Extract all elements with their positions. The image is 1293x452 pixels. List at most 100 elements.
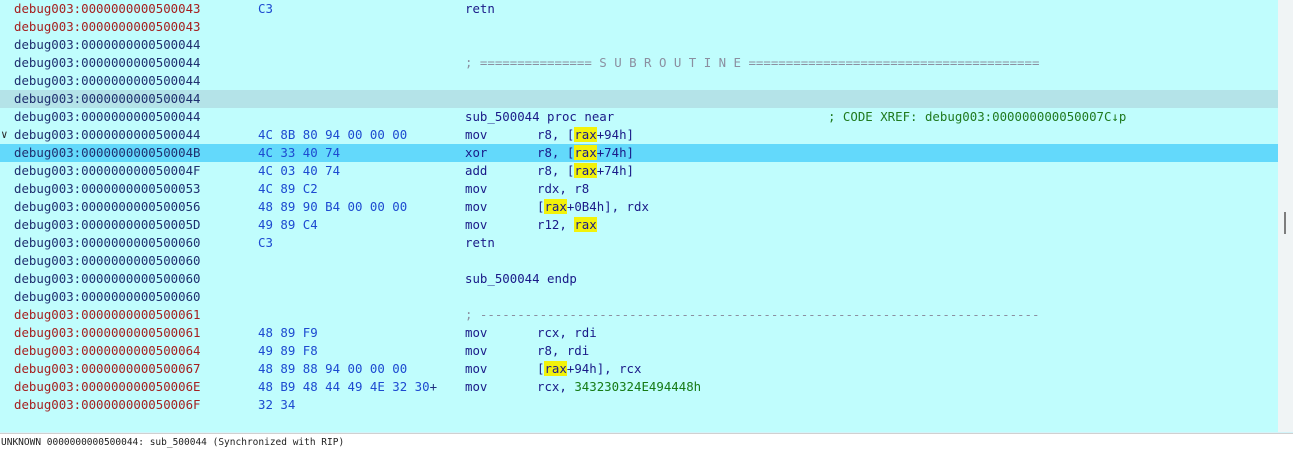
address[interactable]: debug003:0000000000500044: [14, 126, 201, 144]
address[interactable]: debug003:0000000000500053: [14, 180, 201, 198]
operand-text: r12,: [537, 217, 575, 232]
listing-line[interactable]: debug003:000000000050006E 48 B9 48 44 49 …: [0, 378, 1278, 396]
address[interactable]: debug003:0000000000500060: [14, 288, 201, 306]
operand-text: rcx, rdi: [537, 325, 597, 340]
operands[interactable]: rdx, r8: [537, 180, 589, 198]
vertical-scrollbar[interactable]: [1278, 0, 1293, 432]
listing-line[interactable]: debug003:0000000000500060: [0, 288, 1278, 306]
listing-line[interactable]: debug003:0000000000500043 C3 retn: [0, 0, 1278, 18]
listing-line[interactable]: debug003:0000000000500044 ; =============…: [0, 54, 1278, 72]
separator-comment: ; --------------------------------------…: [465, 307, 1040, 322]
listing-line[interactable]: debug003:0000000000500044: [0, 72, 1278, 90]
opcode-bytes-text: 4C 03 40 74: [258, 163, 341, 178]
opcode-bytes-text: 48 89 88 94 00 00 00: [258, 361, 408, 376]
opcode-bytes-text: 4C 33 40 74: [258, 145, 341, 160]
listing-line[interactable]: debug003:000000000050005D 49 89 C4 mov r12,…: [0, 216, 1278, 234]
address[interactable]: debug003:000000000050006E: [14, 378, 201, 396]
operands[interactable]: r12, rax: [537, 216, 597, 234]
mnemonic[interactable]: mov: [465, 180, 487, 198]
address[interactable]: debug003:0000000000500044: [14, 108, 201, 126]
address[interactable]: debug003:0000000000500044: [14, 54, 201, 72]
operands[interactable]: [rax+94h], rcx: [537, 360, 641, 378]
operands[interactable]: rcx, 343230324E494448h: [537, 378, 701, 396]
proc-label[interactable]: sub_500044 endp: [465, 270, 577, 288]
immediate-value: 343230324E494448h: [574, 379, 702, 394]
listing-line[interactable]: debug003:0000000000500060 sub_500044 endp: [0, 270, 1278, 288]
address[interactable]: debug003:0000000000500067: [14, 360, 201, 378]
address[interactable]: debug003:000000000050005D: [14, 216, 201, 234]
mnemonic[interactable]: mov: [465, 324, 487, 342]
address[interactable]: debug003:0000000000500061: [14, 306, 201, 324]
highlighted-register[interactable]: rax: [544, 199, 567, 214]
listing-line[interactable]: debug003:000000000050006F 32 34: [0, 396, 1278, 414]
listing-line[interactable]: debug003:000000000050004F 4C 03 40 74 add r…: [0, 162, 1278, 180]
mnemonic[interactable]: retn: [465, 0, 495, 18]
highlighted-register[interactable]: rax: [574, 127, 597, 142]
opcode-bytes: C3: [258, 234, 273, 252]
listing-line[interactable]: ∨ debug003:0000000000500044 4C 8B 80 94 00…: [0, 126, 1278, 144]
opcode-bytes: 4C 33 40 74: [258, 144, 340, 162]
listing-line[interactable]: debug003:0000000000500061 ; -------------…: [0, 306, 1278, 324]
mnemonic[interactable]: mov: [465, 360, 487, 378]
operands[interactable]: r8, [rax+94h]: [537, 126, 634, 144]
address[interactable]: debug003:000000000050004F: [14, 162, 201, 180]
listing-line[interactable]: debug003:0000000000500044 sub_500044 proc…: [0, 108, 1278, 126]
highlighted-register[interactable]: rax: [574, 163, 597, 178]
address[interactable]: debug003:0000000000500044: [14, 90, 201, 108]
operand-text: rdx, r8: [537, 181, 590, 196]
mnemonic[interactable]: mov: [465, 198, 487, 216]
listing-line[interactable]: debug003:0000000000500067 48 89 88 94 00 …: [0, 360, 1278, 378]
listing-line[interactable]: debug003:0000000000500044: [0, 90, 1278, 108]
mnemonic[interactable]: mov: [465, 342, 487, 360]
address[interactable]: debug003:0000000000500044: [14, 36, 201, 54]
opcode-bytes-text: 4C 89 C2: [258, 181, 318, 196]
highlighted-register[interactable]: rax: [574, 217, 597, 232]
address[interactable]: debug003:0000000000500060: [14, 234, 201, 252]
disassembly-view[interactable]: debug003:0000000000500043 C3 retn debug003:…: [0, 0, 1278, 432]
mnemonic[interactable]: add: [465, 162, 487, 180]
operands[interactable]: [rax+0B4h], rdx: [537, 198, 649, 216]
opcode-bytes: 48 89 F9: [258, 324, 318, 342]
mnemonic[interactable]: mov: [465, 126, 487, 144]
mnemonic[interactable]: mov: [465, 216, 487, 234]
scrollbar-thumb[interactable]: [1284, 212, 1286, 234]
address[interactable]: debug003:0000000000500060: [14, 270, 201, 288]
address[interactable]: debug003:0000000000500056: [14, 198, 201, 216]
listing-line[interactable]: debug003:0000000000500053 4C 89 C2 mov rdx,…: [0, 180, 1278, 198]
listing-line[interactable]: debug003:0000000000500060 C3 retn: [0, 234, 1278, 252]
operand-text: r8, [: [537, 163, 575, 178]
address[interactable]: debug003:000000000050004B: [14, 144, 201, 162]
address[interactable]: debug003:0000000000500061: [14, 324, 201, 342]
listing-line[interactable]: debug003:0000000000500056 48 89 90 B4 00 …: [0, 198, 1278, 216]
operand-text: rcx,: [537, 379, 575, 394]
listing-line[interactable]: debug003:0000000000500044: [0, 36, 1278, 54]
listing-line[interactable]: debug003:0000000000500064 49 89 F8 mov r8, …: [0, 342, 1278, 360]
address[interactable]: debug003:000000000050006F: [14, 396, 201, 414]
mnemonic[interactable]: mov: [465, 378, 487, 396]
operands[interactable]: r8, [rax+74h]: [537, 144, 634, 162]
operands[interactable]: r8, rdi: [537, 342, 589, 360]
listing-line[interactable]: debug003:0000000000500043: [0, 18, 1278, 36]
proc-label[interactable]: sub_500044 proc near: [465, 108, 614, 126]
address[interactable]: debug003:0000000000500043: [14, 0, 201, 18]
listing-line[interactable]: debug003:0000000000500060: [0, 252, 1278, 270]
highlighted-register[interactable]: rax: [544, 361, 567, 376]
xref-comment[interactable]: ; CODE XREF: debug003:000000000050007C↓p: [828, 108, 1126, 126]
address[interactable]: debug003:0000000000500043: [14, 18, 201, 36]
listing-line[interactable]: debug003:0000000000500061 48 89 F9 mov rcx,…: [0, 324, 1278, 342]
opcode-bytes: 48 B9 48 44 49 4E 32 30+: [258, 378, 437, 396]
collapse-arrow-icon[interactable]: ∨: [1, 126, 13, 144]
operand-text: +0B4h], rdx: [566, 199, 649, 214]
opcode-bytes: C3: [258, 0, 273, 18]
address[interactable]: debug003:0000000000500060: [14, 252, 201, 270]
opcode-bytes: 4C 8B 80 94 00 00 00: [258, 126, 407, 144]
highlighted-register[interactable]: rax: [574, 145, 597, 160]
operands[interactable]: rcx, rdi: [537, 324, 597, 342]
mnemonic[interactable]: retn: [465, 234, 495, 252]
operand-text: +94h], rcx: [566, 361, 642, 376]
address[interactable]: debug003:0000000000500044: [14, 72, 201, 90]
mnemonic[interactable]: xor: [465, 144, 487, 162]
operands[interactable]: r8, [rax+74h]: [537, 162, 634, 180]
listing-line[interactable]: debug003:000000000050004B 4C 33 40 74 xor r…: [0, 144, 1278, 162]
address[interactable]: debug003:0000000000500064: [14, 342, 201, 360]
